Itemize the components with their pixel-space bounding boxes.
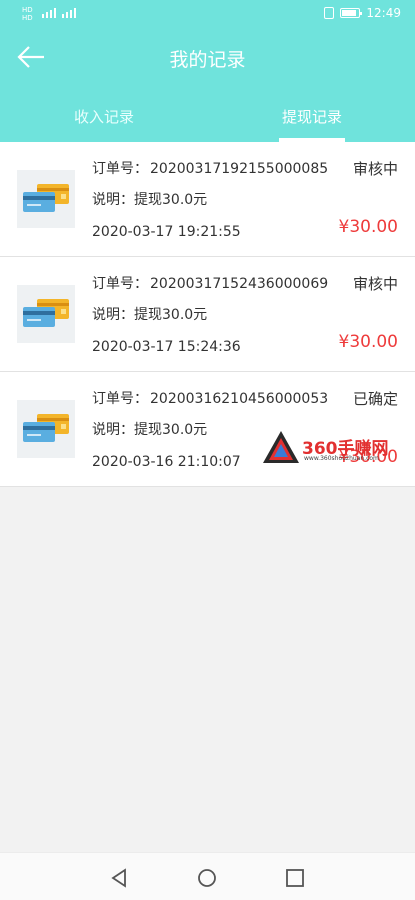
carrier-indicator: HD HD (22, 6, 33, 22)
status-time: 12:49 (366, 6, 401, 20)
record-time: 2020-03-17 19:21:55 (92, 224, 241, 240)
signal-icon (42, 8, 56, 18)
nav-home-icon[interactable] (196, 867, 218, 889)
app-header: HD HD 12:49 我的记录 收入记录 提现记录 (0, 0, 415, 142)
record-amount: ¥30.00 (338, 217, 398, 237)
record-description: 说明：提现30.0元 (92, 307, 208, 323)
vibrate-icon (324, 7, 335, 19)
nav-back-icon[interactable] (108, 867, 130, 889)
system-nav-bar (0, 852, 415, 900)
list-item[interactable]: 订单号： 20200317192155000085 说明：提现30.0元 2020… (0, 142, 415, 257)
nav-recents-icon[interactable] (284, 867, 306, 889)
battery-icon (340, 8, 363, 18)
tab-bar: 收入记录 提现记录 (0, 96, 415, 142)
order-number: 订单号： 20200316210456000053 (92, 391, 329, 407)
list-item[interactable]: 订单号： 20200317152436000069 说明：提现30.0元 2020… (0, 257, 415, 372)
watermark: 360手赚网 www.360shouzhuan.com (262, 428, 412, 468)
watermark-logo-icon (263, 431, 299, 463)
record-amount: ¥30.00 (338, 332, 398, 352)
status-badge: 已确定 (352, 390, 398, 408)
status-bar: HD HD 12:49 (0, 0, 415, 28)
record-description: 说明：提现30.0元 (92, 192, 208, 208)
tab-income-records[interactable]: 收入记录 (34, 106, 174, 127)
status-badge: 审核中 (352, 160, 398, 178)
bank-card-icon (17, 400, 75, 458)
watermark-url: www.360shouzhuan.com (304, 455, 379, 462)
record-time: 2020-03-17 15:24:36 (92, 339, 241, 355)
order-number: 订单号： 20200317152436000069 (92, 276, 329, 292)
status-right: 12:49 (324, 6, 401, 20)
order-number: 订单号： 20200317192155000085 (92, 161, 329, 177)
page-title: 我的记录 (169, 49, 246, 71)
record-time: 2020-03-16 21:10:07 (92, 454, 241, 470)
tab-withdraw-records[interactable]: 提现记录 (242, 106, 382, 127)
status-badge: 审核中 (352, 275, 398, 293)
bank-card-icon (17, 285, 75, 343)
record-description: 说明：提现30.0元 (92, 422, 208, 438)
bank-card-icon (17, 170, 75, 228)
network-signal-icon (62, 8, 76, 18)
